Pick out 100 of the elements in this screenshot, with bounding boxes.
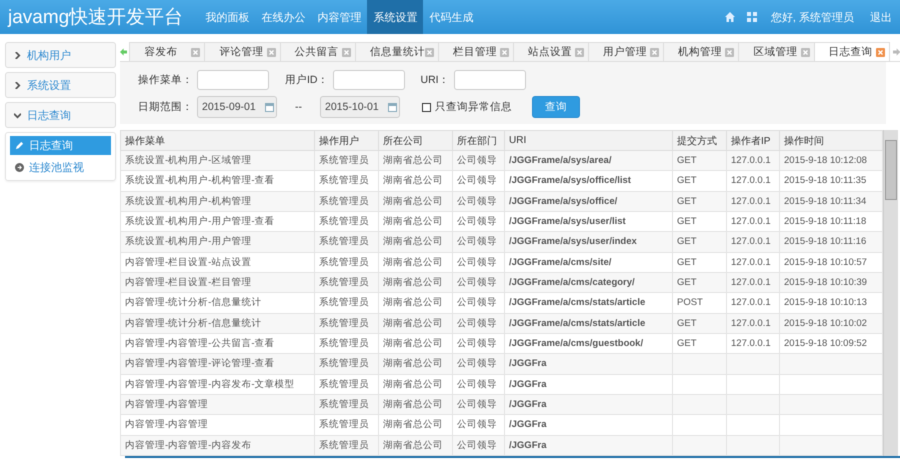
table-cell: /JGGFrame/a/sys/office/list [509,175,631,186]
tab[interactable]: 日志查询 [814,42,890,61]
calendar-icon[interactable] [388,102,397,112]
home-icon[interactable] [724,12,735,22]
table-cell: /JGGFra [509,419,546,430]
chevron-right-icon [14,82,21,88]
date-field[interactable]: 2015-09-01 [197,96,277,118]
logout-link[interactable]: 退出 [862,0,900,34]
nav-item[interactable]: 在线办公 [255,0,312,34]
table-cell: 系统管理员 [319,378,369,390]
close-icon[interactable] [342,48,351,56]
nav-item[interactable]: 我的面板 [199,0,256,34]
table-cell: 2015-9-18 10:10:13 [784,297,867,308]
sidebar-group[interactable]: 日志查询 [5,102,116,128]
table-cell: /JGGFrame/a/cms/stats/article [509,318,646,329]
nav-item[interactable]: 代码生成 [423,0,480,34]
field-label: URI： [420,73,450,87]
date-field[interactable]: 2015-10-01 [320,96,400,118]
column-header: 操作菜单 [120,130,314,150]
checkbox[interactable] [422,102,431,112]
table-cell: 127.0.0.1 [731,196,771,207]
close-icon[interactable] [725,48,734,56]
table-cell: 系统管理员 [319,338,369,350]
close-icon[interactable] [800,48,810,56]
column-header: 提交方式 [672,130,726,150]
table-cell: 湖南省总公司 [383,196,443,207]
table-cell: 系统设置-机构用户-用户管理-查看 [125,216,274,228]
nav-item[interactable]: 系统设置 [367,0,424,34]
sidebar-group[interactable]: 系统设置 [5,72,116,98]
field-label: 用户ID： [285,73,328,87]
close-icon[interactable] [876,48,885,56]
table-cell: 公司领导 [457,196,497,207]
tab[interactable]: 站点设置 [512,42,590,61]
table-cell: 内容管理-栏目设置-栏目管理 [125,277,252,288]
table-cell: /JGGFrame/a/sys/area/ [509,155,612,166]
uri-input[interactable] [454,70,526,90]
tab[interactable]: 机构管理 [663,42,740,61]
table-cell: 127.0.0.1 [731,175,771,186]
close-icon[interactable] [191,48,200,56]
table-cell: 内容管理-内容管理-内容发布-文章模型 [125,378,294,390]
table-cell: /JGGFra [509,358,546,370]
table-cell: GET [677,236,697,248]
table-cell: 湖南省总公司 [383,155,443,166]
table-cell: 系统管理员 [319,277,369,288]
table-cell: 公司领导 [457,399,497,410]
nav-item[interactable]: 内容管理 [311,0,368,34]
user-greeting[interactable]: 您好, 系统管理员 [762,0,862,34]
table-cell: /JGGFra [509,378,546,390]
table-cell: 湖南省总公司 [383,175,443,186]
table-cell: GET [677,155,697,166]
table-cell: 系统设置-机构用户-用户管理 [125,236,252,248]
column-header: 操作者IP [726,130,780,150]
table-cell: POST [677,297,703,308]
table-cell: 2015-9-18 10:11:35 [784,175,866,186]
close-icon[interactable] [424,48,434,56]
tab[interactable]: 评论管理 [204,42,281,61]
table-cell: 湖南省总公司 [383,419,443,430]
table-cell: /JGGFrame/a/cms/stats/article [509,297,646,308]
scrollbar[interactable] [883,130,898,456]
tab[interactable]: 区域管理 [738,42,815,61]
date-separator: -- [295,101,302,113]
table-cell: 公司领导 [457,277,497,288]
table-cell: GET [677,318,697,329]
sidebar-item[interactable]: 连接池监视 [10,158,111,177]
close-icon[interactable] [266,48,276,56]
table-cell: GET [677,175,697,186]
table-cell: /JGGFra [509,440,546,451]
table-cell: 内容管理-内容管理-评论管理-查看 [125,358,274,370]
table-cell: 公司领导 [457,318,497,329]
tab[interactable]: 用户管理 [588,42,664,61]
scroll-right-icon[interactable] [892,46,900,56]
sidebar-group[interactable]: 机构用户 [5,42,116,68]
table-cell: 公司领导 [457,419,497,430]
table-cell: /JGGFrame/a/sys/user/index [509,236,637,248]
user-id-input[interactable] [332,70,404,90]
search-button[interactable]: 查询 [532,96,580,118]
tab[interactable]: 栏目管理 [438,42,514,61]
close-icon[interactable] [575,48,584,56]
tab[interactable]: 公共留言 [280,42,356,61]
table-cell: 系统管理员 [319,216,369,228]
close-icon[interactable] [650,48,660,56]
table-cell: 内容管理-统计分析-信息量统计 [125,318,262,329]
menu-input[interactable] [197,70,269,90]
table-cell: 内容管理-栏目设置-站点设置 [125,256,252,268]
table-cell: 湖南省总公司 [383,277,443,288]
close-icon[interactable] [500,48,509,56]
sidebar-item[interactable]: 日志查询 [10,136,111,155]
table-cell: 系统管理员 [319,297,369,308]
tab[interactable]: 信息量统计 [354,42,439,61]
table-cell: 127.0.0.1 [731,318,771,329]
table-cell: 湖南省总公司 [383,236,443,248]
table-cell: 湖南省总公司 [383,338,443,350]
calendar-icon[interactable] [265,102,274,112]
table-cell: GET [677,277,697,288]
tab[interactable]: 容发布 [129,42,206,61]
table-cell: 系统管理员 [319,419,369,430]
table-cell: 湖南省总公司 [383,256,443,268]
scroll-left-icon[interactable] [120,46,128,56]
table-cell: 公司领导 [457,216,497,228]
grid-icon[interactable] [746,12,757,22]
